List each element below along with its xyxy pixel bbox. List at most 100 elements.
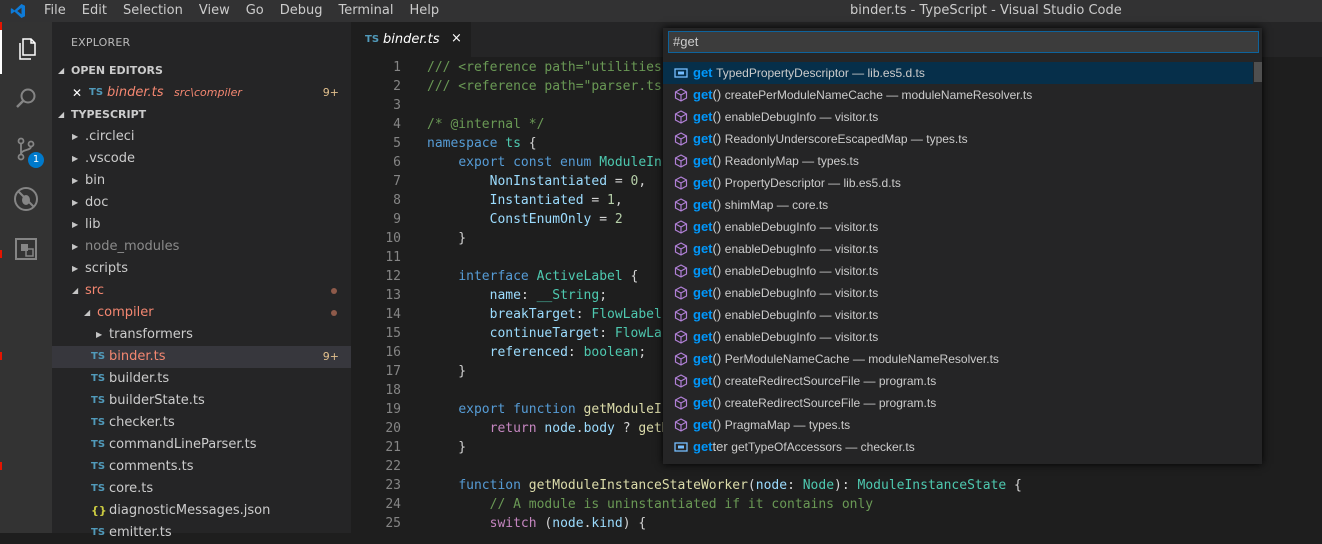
code-token: // A module is uninstantiated if it cont…: [489, 497, 874, 512]
chevron-right-icon: ▶: [72, 132, 79, 141]
method-symbol-icon: [674, 242, 688, 256]
label-suffix: (): [712, 87, 722, 102]
quick-open-item[interactable]: get() PerModuleNameCache — moduleNameRes…: [663, 348, 1253, 370]
quick-open-item[interactable]: get() enableDebugInfo — visitor.ts: [663, 238, 1253, 260]
method-symbol-icon: [674, 132, 688, 146]
folder-item[interactable]: ▶ lib: [52, 214, 351, 236]
code-token: /// <reference path="parser.ts"/>: [427, 79, 686, 94]
code-token: ) {: [622, 516, 647, 531]
gutter-marker: [0, 352, 2, 360]
quick-open-item[interactable]: get() ReadonlyMap — types.ts: [663, 150, 1253, 172]
open-editors-header[interactable]: ◢ OPEN EDITORS: [52, 60, 351, 82]
file-item[interactable]: TS core.ts: [52, 478, 351, 500]
file-item[interactable]: TS builderState.ts: [52, 390, 351, 412]
scrollbar-thumb[interactable]: [1254, 62, 1262, 82]
line-number: 22: [385, 459, 401, 474]
menu-edit[interactable]: Edit: [74, 0, 115, 22]
quick-open-item[interactable]: get() enableDebugInfo — visitor.ts: [663, 282, 1253, 304]
quick-open-item[interactable]: get() createRedirectSourceFile — program…: [663, 370, 1253, 392]
quick-open-item[interactable]: get() createRedirectSourceFile — program…: [663, 392, 1253, 414]
close-icon[interactable]: ×: [451, 31, 462, 46]
code-token: ;: [599, 288, 608, 303]
code-token: NonInstantiated: [489, 174, 608, 189]
folder-item[interactable]: ▶ .vscode: [52, 148, 351, 170]
quick-open-item[interactable]: get() enableDebugInfo — visitor.ts: [663, 106, 1253, 128]
tab-binder-ts[interactable]: TS binder.ts ×: [351, 22, 471, 57]
file-item[interactable]: {} diagnosticMessages.json: [52, 500, 351, 522]
search-icon: [16, 88, 36, 108]
typescript-file-icon: TS: [365, 34, 380, 45]
quick-open-item-description: ReadonlyMap — types.ts: [724, 154, 859, 168]
close-icon[interactable]: ✕: [72, 82, 82, 104]
file-item[interactable]: TS comments.ts: [52, 456, 351, 478]
chevron-down-icon: ◢: [84, 308, 91, 317]
code-token: :: [567, 345, 584, 360]
tab-label: binder.ts: [383, 32, 440, 47]
code-token: =: [607, 174, 631, 189]
code-token: node: [755, 478, 788, 493]
method-symbol-icon: [674, 308, 688, 322]
quick-open-item[interactable]: get() shimMap — core.ts: [663, 194, 1253, 216]
explorer-activity[interactable]: [0, 24, 52, 74]
quick-open-item[interactable]: get() PropertyDescriptor — lib.es5.d.ts: [663, 172, 1253, 194]
quick-open-item[interactable]: get() enableDebugInfo — visitor.ts: [663, 326, 1253, 348]
menu-view[interactable]: View: [191, 0, 238, 22]
quick-open-item-description: createPerModuleNameCache — moduleNameRes…: [724, 88, 1033, 102]
menu-help[interactable]: Help: [401, 0, 447, 22]
quick-open-item[interactable]: get() enableDebugInfo — visitor.ts: [663, 304, 1253, 326]
code-token: :: [599, 326, 615, 341]
extensions-icon: [15, 238, 37, 260]
folder-item[interactable]: ▶ transformers: [52, 324, 351, 346]
chevron-right-icon: ▶: [72, 198, 79, 207]
quick-open-input[interactable]: #get: [668, 31, 1259, 53]
quick-open-item-description: enableDebugInfo — visitor.ts: [724, 286, 879, 300]
file-item[interactable]: TS checker.ts: [52, 412, 351, 434]
folder-item[interactable]: ▶ scripts: [52, 258, 351, 280]
folder-item[interactable]: ▶ doc: [52, 192, 351, 214]
open-editor-item[interactable]: ✕ TS binder.ts src\compiler 9+: [52, 82, 351, 104]
folder-item[interactable]: ▶ bin: [52, 170, 351, 192]
match-highlight: get: [693, 417, 713, 432]
code-token: 2: [614, 212, 623, 227]
quick-open-item[interactable]: get() ReadonlyUnderscoreEscapedMap — typ…: [663, 128, 1253, 150]
quick-open-item-description: enableDebugInfo — visitor.ts: [724, 264, 879, 278]
menu-go[interactable]: Go: [238, 0, 272, 22]
extensions-activity[interactable]: [0, 224, 52, 274]
method-symbol-icon: [674, 352, 688, 366]
quick-open-item[interactable]: get TypedPropertyDescriptor — lib.es5.d.…: [663, 62, 1253, 84]
quick-open-item[interactable]: get() enableDebugInfo — visitor.ts: [663, 216, 1253, 238]
menu-terminal[interactable]: Terminal: [331, 0, 402, 22]
source-control-activity[interactable]: 1: [0, 124, 52, 174]
folder-item[interactable]: ▶ node_modules: [52, 236, 351, 258]
line-number: 18: [385, 383, 401, 398]
quick-open-item[interactable]: getter getTypeOfAccessors — checker.ts: [663, 436, 1253, 458]
field-symbol-icon: [674, 442, 688, 452]
file-item[interactable]: TS builder.ts: [52, 368, 351, 390]
quick-open-widget: #get get TypedPropertyDescriptor — lib.e…: [663, 28, 1262, 464]
folder-item[interactable]: ◢ src: [52, 280, 351, 302]
line-number: 17: [385, 364, 401, 379]
quick-open-item-description: TypedPropertyDescriptor — lib.es5.d.ts: [716, 66, 925, 80]
file-item[interactable]: TS commandLineParser.ts: [52, 434, 351, 456]
quick-open-item-description: PragmaMap — types.ts: [724, 418, 851, 432]
debug-activity[interactable]: [0, 174, 52, 224]
menu-debug[interactable]: Debug: [272, 0, 331, 22]
file-item[interactable]: TS emitter.ts: [52, 522, 351, 544]
match-highlight: get: [693, 395, 713, 410]
folder-item[interactable]: ◢ compiler: [52, 302, 351, 324]
folder-item[interactable]: ▶ .circleci: [52, 126, 351, 148]
menu-bar: File Edit Selection View Go Debug Termin…: [36, 0, 447, 22]
search-activity[interactable]: [0, 74, 52, 124]
line-number: 24: [385, 497, 401, 512]
window-title: binder.ts - TypeScript - Visual Studio C…: [850, 3, 1122, 18]
code-token: name: [489, 288, 521, 303]
quick-open-item[interactable]: get() enableDebugInfo — visitor.ts: [663, 260, 1253, 282]
quick-open-item[interactable]: get() createPerModuleNameCache — moduleN…: [663, 84, 1253, 106]
menu-selection[interactable]: Selection: [115, 0, 191, 22]
file-item[interactable]: TS binder.ts 9+: [52, 346, 351, 368]
workspace-header[interactable]: ◢ TYPESCRIPT: [52, 104, 351, 126]
quick-open-item[interactable]: get() PragmaMap — types.ts: [663, 414, 1253, 436]
menu-file[interactable]: File: [36, 0, 74, 22]
